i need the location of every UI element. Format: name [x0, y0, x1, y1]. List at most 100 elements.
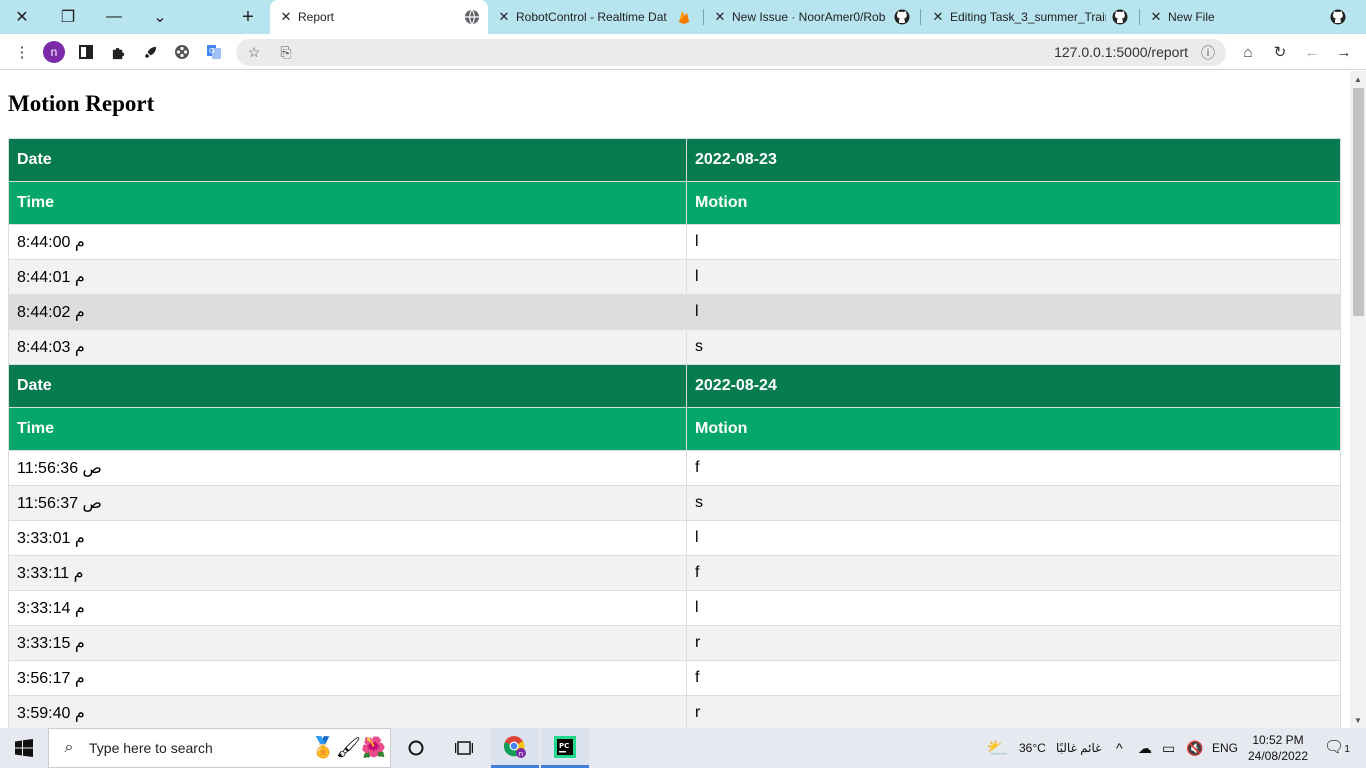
vertical-scrollbar[interactable]: ▲ ▼: [1350, 71, 1366, 728]
avatar: n: [43, 41, 65, 63]
film-reel-extension-icon[interactable]: [166, 34, 198, 70]
table-row: 3:33:14 مl: [8, 590, 1341, 626]
time-cell: 3:33:14 م: [8, 590, 687, 626]
minimize-window-icon[interactable]: —: [92, 0, 136, 34]
tab-title: New Issue · NoorAmer0/Rob: [732, 10, 886, 24]
time-cell: 11:56:36 ص: [8, 450, 687, 486]
time-cell: 8:44:00 م: [8, 224, 687, 260]
table-row: 3:33:11 مf: [8, 555, 1341, 591]
weather-cloud-sun-icon[interactable]: ⛅: [986, 728, 1008, 768]
table-row: 3:59:40 مr: [8, 695, 1341, 728]
time-cell: 11:56:37 ص: [8, 485, 687, 521]
github-icon: [894, 9, 910, 25]
restore-window-icon[interactable]: ❐: [46, 0, 90, 34]
battery-icon[interactable]: ▭: [1162, 728, 1175, 768]
tab-divider: [920, 9, 921, 25]
motion-cell: r: [686, 695, 1341, 728]
language-indicator[interactable]: ENG: [1212, 728, 1238, 768]
close-tab-icon[interactable]: ✕: [496, 9, 512, 25]
motion-cell: f: [686, 660, 1341, 696]
address-bar[interactable]: ☆ ⎘ 127.0.0.1:5000/report ⓘ: [236, 39, 1226, 66]
taskbar-search-box[interactable]: ⌕ Type here to search 🏅🖌🌺: [48, 728, 391, 768]
tab-new-file[interactable]: ✕ New File: [1144, 0, 1354, 34]
motion-cell: s: [686, 485, 1341, 521]
motion-cell: l: [686, 590, 1341, 626]
table-row: 3:56:17 مf: [8, 660, 1341, 696]
translate-extension-icon[interactable]: G: [198, 34, 230, 70]
motion-cell: l: [686, 224, 1341, 260]
svg-text:n: n: [519, 750, 523, 758]
motion-cell: r: [686, 625, 1341, 661]
table-row: 3:33:15 مr: [8, 625, 1341, 661]
github-icon: [1330, 9, 1346, 25]
tab-report[interactable]: ✕ Report: [270, 0, 488, 34]
motion-report-table: Date 2022-08-23 Time Motion 8:44:00 م l 8:44:0…: [8, 138, 1341, 728]
profile-button[interactable]: n: [38, 34, 70, 70]
motion-cell: l: [686, 259, 1341, 295]
forward-arrow-icon[interactable]: →: [1328, 34, 1360, 70]
taskbar-clock[interactable]: 10:52 PM 24/08/2022: [1240, 732, 1316, 764]
clock-time: 10:52 PM: [1252, 733, 1304, 747]
search-placeholder: Type here to search: [89, 740, 213, 756]
tab-title: Editing Task_3_summer_Train: [950, 10, 1106, 24]
tray-chevron-up-icon[interactable]: ^: [1116, 728, 1123, 768]
new-tab-button[interactable]: +: [236, 0, 260, 34]
tab-robotcontrol[interactable]: ✕ RobotControl - Realtime Dat: [490, 0, 700, 34]
motion-cell: f: [686, 555, 1341, 591]
time-header-cell: Time: [8, 407, 687, 451]
close-tab-icon[interactable]: ✕: [278, 9, 294, 25]
side-panel-icon[interactable]: [70, 34, 102, 70]
windows-start-icon[interactable]: [0, 728, 48, 768]
home-icon[interactable]: ⌂: [1232, 34, 1264, 70]
weather-temperature[interactable]: 36°C: [1019, 728, 1046, 768]
pycharm-taskbar-icon[interactable]: PC: [541, 728, 589, 768]
bookmark-star-icon[interactable]: ☆: [240, 39, 268, 66]
chrome-taskbar-icon[interactable]: n: [491, 728, 539, 768]
table-row: 3:33:01 مl: [8, 520, 1341, 556]
share-icon[interactable]: ⎘: [272, 39, 300, 66]
motion-header-cell: Motion: [686, 407, 1341, 451]
table-row: 11:56:37 صs: [8, 485, 1341, 521]
tab-divider: [1139, 9, 1140, 25]
search-highlight-art-icon: 🏅🖌🌺: [310, 737, 386, 759]
onedrive-cloud-icon[interactable]: ☁: [1138, 728, 1152, 768]
url-text[interactable]: 127.0.0.1:5000/report: [1054, 39, 1188, 66]
firebase-icon: [679, 11, 689, 24]
browser-menu-icon[interactable]: ⋮: [6, 34, 38, 70]
time-cell: 3:33:15 م: [8, 625, 687, 661]
task-view-icon[interactable]: [440, 728, 488, 768]
tab-search-chevron-icon[interactable]: ⌄: [138, 0, 182, 34]
back-arrow-icon[interactable]: ←: [1296, 34, 1328, 70]
notification-center-icon[interactable]: 🗨1: [1324, 728, 1350, 768]
time-cell: 8:44:01 م: [8, 259, 687, 295]
rocket-extension-icon[interactable]: [134, 34, 166, 70]
close-tab-icon[interactable]: ✕: [930, 9, 946, 25]
volume-muted-icon[interactable]: 🔇: [1186, 728, 1203, 768]
tab-new-issue[interactable]: ✕ New Issue · NoorAmer0/Rob: [708, 0, 918, 34]
time-header-cell: Time: [8, 181, 687, 225]
svg-text:PC: PC: [559, 742, 569, 750]
tab-editing-task[interactable]: ✕ Editing Task_3_summer_Train: [926, 0, 1136, 34]
scroll-down-arrow-icon[interactable]: ▼: [1350, 712, 1366, 728]
windows-taskbar: ⌕ Type here to search 🏅🖌🌺 n PC ⛅ 36°C غا…: [0, 728, 1366, 768]
date-value-cell: 2022-08-24: [686, 364, 1341, 408]
tab-title: New File: [1168, 10, 1215, 24]
globe-icon: [465, 9, 479, 25]
table-row: 8:44:00 مl: [8, 224, 1341, 260]
motion-cell: l: [686, 294, 1341, 330]
site-info-icon[interactable]: ⓘ: [1194, 39, 1222, 66]
extensions-puzzle-icon[interactable]: [102, 34, 134, 70]
notification-count: 1: [1344, 744, 1350, 755]
close-window-icon[interactable]: ✕: [0, 0, 44, 34]
page-title: Motion Report: [8, 91, 155, 116]
close-tab-icon[interactable]: ✕: [712, 9, 728, 25]
reload-icon[interactable]: ↻: [1264, 34, 1296, 70]
github-icon: [1112, 9, 1128, 25]
table-header-row: Time Motion: [8, 181, 1341, 225]
close-tab-icon[interactable]: ✕: [1148, 9, 1164, 25]
scroll-up-arrow-icon[interactable]: ▲: [1350, 71, 1366, 87]
scrollbar-thumb[interactable]: [1353, 88, 1364, 316]
weather-condition[interactable]: غائم غالبًا: [1056, 728, 1101, 768]
motion-cell: s: [686, 329, 1341, 365]
cortana-circle-icon[interactable]: [392, 728, 440, 768]
